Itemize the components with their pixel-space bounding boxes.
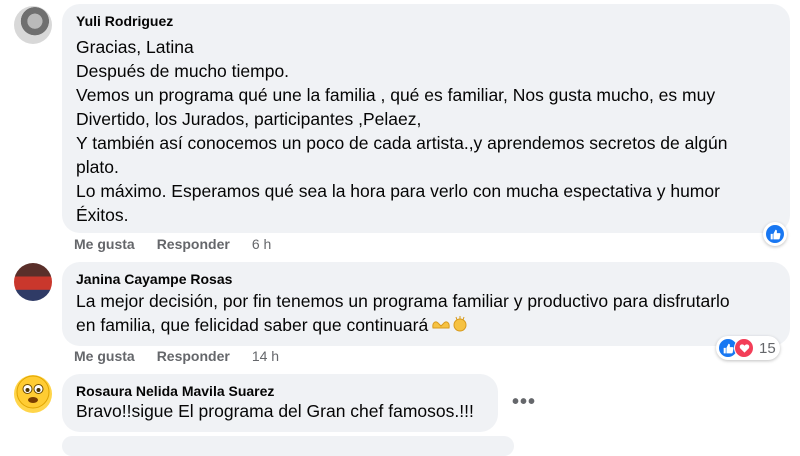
comment-line: Bravo!!sigue El programa del Gran chef f…: [76, 401, 474, 421]
heart-hands-emoji-icon: [432, 314, 450, 338]
comment-author[interactable]: Yuli Rodriguez: [76, 13, 173, 29]
comment-bubble-3: Rosaura Nelida Mavila Suarez Bravo!!sigu…: [62, 374, 498, 432]
comment-bubble-1: Yuli Rodriguez Gracias, Latina Después d…: [62, 4, 790, 233]
clapping-hands-emoji-icon: [452, 314, 468, 338]
comment-line: en familia, que felicidad saber que cont…: [76, 315, 429, 335]
reply-button[interactable]: Responder: [157, 236, 230, 252]
comment-line: Éxitos.: [76, 205, 129, 225]
avatar-yuli-rodriguez[interactable]: [14, 6, 52, 44]
like-button[interactable]: Me gusta: [74, 236, 135, 252]
like-reaction-icon: [765, 224, 785, 244]
comment-line: Y también así conocemos un poco de cada …: [76, 133, 728, 153]
comment-line: plato.: [76, 157, 119, 177]
love-reaction-icon: [734, 338, 754, 358]
comment-actions: Me gusta Responder 6 h: [74, 236, 293, 252]
comment-text: Gracias, Latina Después de mucho tiempo.…: [76, 35, 782, 227]
reaction-summary[interactable]: [763, 222, 787, 246]
next-comment-bubble: [62, 436, 514, 456]
comment-author[interactable]: Janina Cayampe Rosas: [76, 271, 232, 287]
comment-line: Divertido, los Jurados, participantes ,P…: [76, 109, 422, 129]
reaction-count: 15: [759, 339, 776, 357]
comment-line: Vemos un programa qué une la familia , q…: [76, 85, 716, 105]
reaction-summary[interactable]: 15: [716, 336, 780, 360]
more-options-icon[interactable]: •••: [512, 392, 536, 412]
comment-line-with-emoji: en familia, que felicidad saber que cont…: [76, 313, 782, 338]
comment-line: Después de mucho tiempo.: [76, 61, 290, 81]
comment-text: La mejor decisión, por fin tenemos un pr…: [76, 289, 782, 338]
reply-button[interactable]: Responder: [157, 348, 230, 364]
comment-timestamp[interactable]: 14 h: [252, 348, 279, 364]
avatar-rosaura-nelida-mavila-suarez[interactable]: [14, 375, 52, 413]
comment-author[interactable]: Rosaura Nelida Mavila Suarez: [76, 383, 274, 399]
comment-actions: Me gusta Responder 14 h: [74, 348, 301, 364]
comment-text: Bravo!!sigue El programa del Gran chef f…: [76, 399, 496, 423]
avatar-janina-cayampe-rosas[interactable]: [14, 263, 52, 301]
worried-face-emoji-icon: [16, 375, 50, 413]
like-button[interactable]: Me gusta: [74, 348, 135, 364]
comment-timestamp[interactable]: 6 h: [252, 236, 271, 252]
comment-line: Gracias, Latina: [76, 37, 194, 57]
comment-bubble-2: Janina Cayampe Rosas La mejor decisión, …: [62, 262, 790, 346]
comment-line: La mejor decisión, por fin tenemos un pr…: [76, 291, 730, 311]
comment-line: Lo máximo. Esperamos qué sea la hora par…: [76, 181, 720, 201]
